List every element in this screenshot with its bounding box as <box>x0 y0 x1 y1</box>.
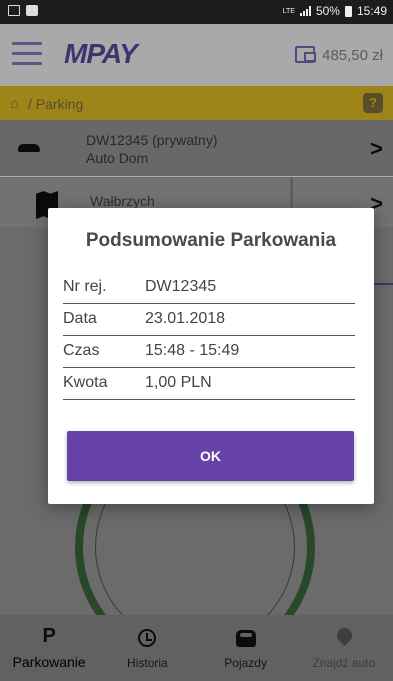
battery-icon <box>344 5 352 17</box>
row-label: Kwota <box>63 374 108 391</box>
row-value: DW12345 <box>145 278 217 295</box>
row-value: 15:48 - 15:49 <box>145 342 240 359</box>
row-label: Czas <box>63 342 100 359</box>
row-label: Nr rej. <box>63 278 107 295</box>
summary-row-date: Data 23.01.2018 <box>63 306 355 336</box>
battery-percent: 50% <box>315 4 340 18</box>
ok-button[interactable]: OK <box>67 431 354 481</box>
summary-row-plate: Nr rej. DW12345 <box>63 274 355 304</box>
parking-summary-dialog: Podsumowanie Parkowania Nr rej. DW12345 … <box>48 208 374 504</box>
row-value: 1,00 PLN <box>145 374 212 391</box>
clock: 15:49 <box>356 4 387 18</box>
signal-icon <box>299 6 311 16</box>
summary-row-amount: Kwota 1,00 PLN <box>63 370 355 400</box>
row-value: 23.01.2018 <box>145 310 226 327</box>
status-bar: LTE 50% 15:49 <box>0 0 393 24</box>
network-type: LTE <box>282 7 295 15</box>
image-notification-icon <box>8 5 20 16</box>
dialog-title: Podsumowanie Parkowania <box>85 230 337 251</box>
summary-row-time: Czas 15:48 - 15:49 <box>63 338 355 368</box>
message-notification-icon <box>26 5 38 16</box>
row-label: Data <box>63 310 97 327</box>
